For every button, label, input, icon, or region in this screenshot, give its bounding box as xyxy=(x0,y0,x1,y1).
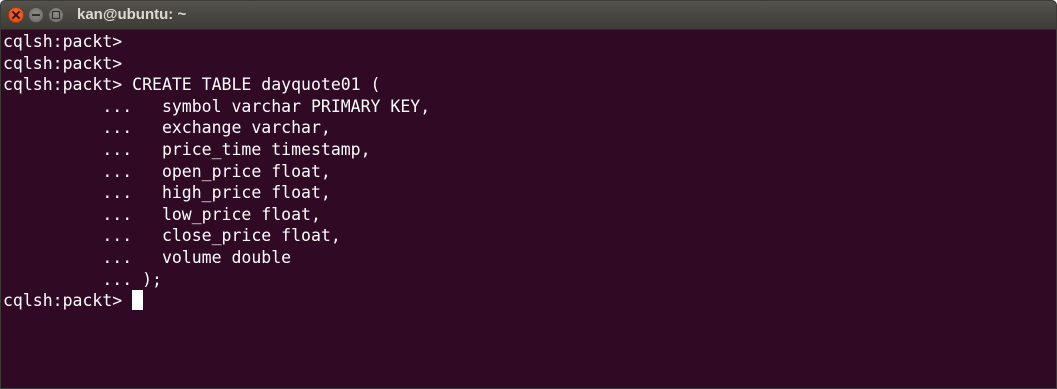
text-cursor xyxy=(132,290,144,311)
terminal-prompt: cqlsh:packt> xyxy=(3,291,133,311)
terminal-prompt-line[interactable]: cqlsh:packt> xyxy=(3,290,1056,312)
maximize-icon[interactable] xyxy=(48,7,64,23)
terminal-line: ... low_price float, xyxy=(3,204,321,224)
terminal-line: cqlsh:packt> xyxy=(3,53,123,73)
terminal-line: ... symbol varchar PRIMARY KEY, xyxy=(3,96,431,116)
window-title: kan@ubuntu: ~ xyxy=(77,6,187,23)
terminal-line: ... open_price float, xyxy=(3,161,331,181)
terminal-line: ... exchange varchar, xyxy=(3,118,331,138)
terminal-line: cqlsh:packt> CREATE TABLE dayquote01 ( xyxy=(3,75,381,95)
terminal-line: ... high_price float, xyxy=(3,183,331,203)
terminal-output[interactable]: cqlsh:packt> cqlsh:packt> cqlsh:packt> C… xyxy=(1,30,1056,388)
minimize-icon[interactable] xyxy=(28,7,44,23)
close-icon[interactable] xyxy=(8,7,24,23)
terminal-line: ... close_price float, xyxy=(3,226,341,246)
terminal-line: ... volume double xyxy=(3,247,292,267)
terminal-window: kan@ubuntu: ~ cqlsh:packt> cqlsh:packt> … xyxy=(0,0,1057,389)
title-bar[interactable]: kan@ubuntu: ~ xyxy=(1,1,1056,30)
terminal-line: cqlsh:packt> xyxy=(3,32,123,51)
terminal-line: ... price_time timestamp, xyxy=(3,139,371,159)
terminal-line: ... ); xyxy=(3,269,162,289)
